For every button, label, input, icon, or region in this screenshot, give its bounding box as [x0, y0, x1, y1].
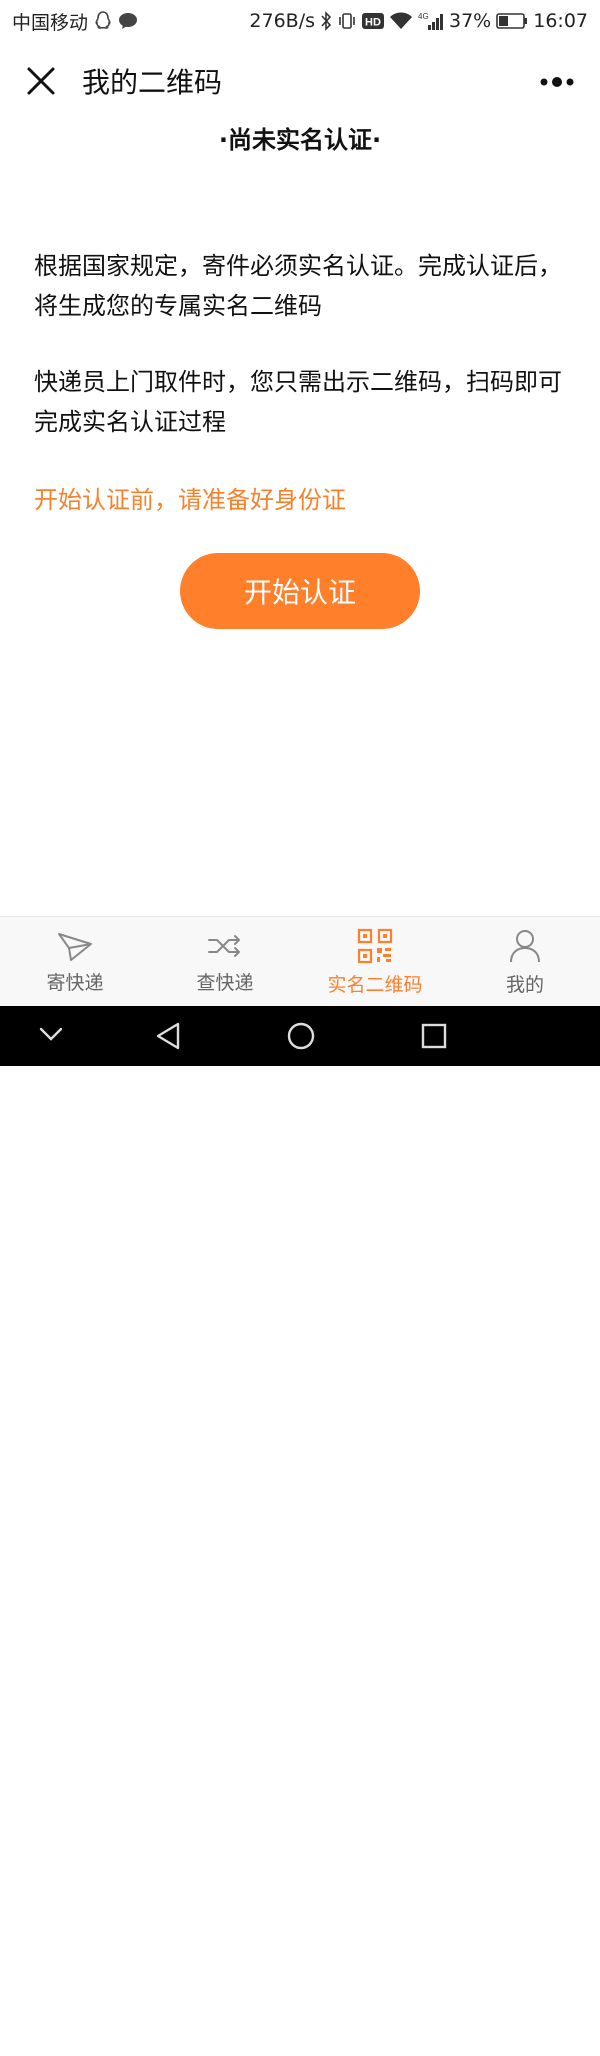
hd-icon: HD — [362, 12, 384, 30]
tab-send-express[interactable]: 寄快递 — [0, 917, 150, 1007]
wechat-icon — [118, 12, 138, 30]
battery-percent: 37% — [449, 10, 492, 32]
paper-plane-icon — [58, 932, 92, 961]
status-left: 中国移动 — [12, 8, 138, 35]
home-icon[interactable] — [286, 1021, 316, 1055]
person-icon — [510, 929, 540, 962]
regulation-paragraph: 根据国家规定，寄件必须实名认证。完成认证后，将生成您的专属实名二维码 — [34, 252, 562, 320]
watermark-main: 快科技 — [525, 2020, 592, 2045]
tab-mine[interactable]: 我的 — [450, 917, 600, 1007]
start-verification-button[interactable]: 开始认证 — [180, 553, 420, 629]
qr-code-icon — [357, 928, 393, 963]
bird-logo-icon — [485, 2026, 518, 2053]
close-icon[interactable] — [26, 66, 56, 96]
more-icon[interactable] — [540, 72, 574, 91]
back-icon[interactable] — [154, 1021, 182, 1055]
vibrate-icon — [337, 11, 357, 31]
tab-label: 寄快递 — [46, 971, 104, 994]
header-bar: 我的二维码 — [0, 42, 600, 120]
wifi-icon — [389, 12, 413, 30]
shuffle-icon — [208, 934, 240, 957]
signal-icon: 4G — [418, 11, 444, 31]
tab-realname-qr[interactable]: 实名二维码 — [300, 917, 450, 1007]
network-speed: 276B/s — [249, 10, 315, 32]
qq-icon — [94, 11, 112, 31]
system-nav-bar: 快科技 KKJ.CN — [0, 1006, 600, 2055]
status-right: 276B/s HD 4G 37% 16:07 — [249, 10, 588, 32]
chevron-down-icon[interactable] — [38, 1026, 64, 1046]
carrier-label: 中国移动 — [12, 11, 89, 34]
pickup-paragraph: 快递员上门取件时，您只需出示二维码，扫码即可完成实名认证过程 — [34, 368, 562, 436]
bluetooth-icon — [320, 11, 332, 31]
tab-track-express[interactable]: 查快递 — [150, 917, 300, 1007]
tab-label: 查快递 — [196, 971, 254, 994]
recents-icon[interactable] — [420, 1021, 448, 1055]
tab-label: 我的 — [505, 973, 544, 996]
clock: 16:07 — [533, 10, 588, 32]
tab-label: 实名二维码 — [327, 973, 423, 996]
page-title: 我的二维码 — [82, 66, 223, 99]
watermark-logo: 快科技 KKJ.CN — [484, 2022, 592, 2055]
status-bar: 中国移动 276B/s HD 4G 37% 16:07 — [0, 0, 600, 42]
svg-text:HD: HD — [365, 17, 381, 29]
bottom-tab-bar: 寄快递 查快递 实名二维码 我的 — [0, 916, 600, 1007]
id-card-notice: 开始认证前，请准备好身份证 — [34, 486, 346, 514]
battery-icon — [496, 12, 528, 30]
svg-text:4G: 4G — [418, 12, 429, 21]
watermark-sub: KKJ.CN — [525, 2043, 570, 2056]
verification-status: ·尚未实名认证· — [218, 126, 382, 154]
